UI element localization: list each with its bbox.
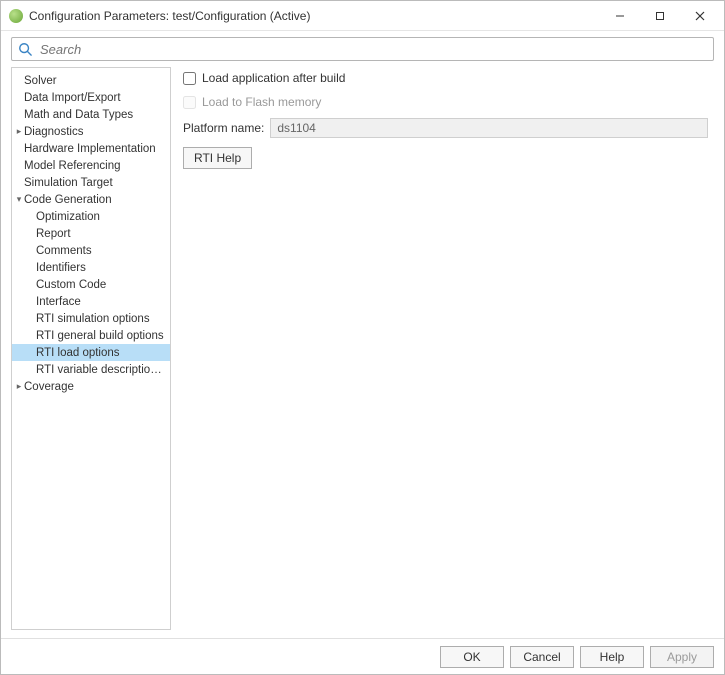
close-button[interactable] (680, 2, 720, 30)
tree-item-label: RTI variable description fil… (36, 364, 166, 376)
help-button[interactable]: Help (580, 646, 644, 668)
tree-item[interactable]: Math and Data Types (12, 106, 170, 123)
rti-help-button[interactable]: RTI Help (183, 147, 252, 169)
searchbar[interactable] (11, 37, 714, 61)
tree-item[interactable]: Optimization (12, 208, 170, 225)
tree-item[interactable]: RTI load options (12, 344, 170, 361)
chevron-right-icon[interactable]: ▸ (14, 381, 24, 392)
tree-item[interactable]: ▾Code Generation (12, 191, 170, 208)
minimize-icon (615, 11, 625, 21)
search-input[interactable] (38, 41, 707, 58)
tree-item[interactable]: Report (12, 225, 170, 242)
tree-item[interactable]: Comments (12, 242, 170, 259)
maximize-button[interactable] (640, 2, 680, 30)
tree-item-label: RTI simulation options (36, 313, 150, 325)
platform-name-field[interactable] (270, 118, 708, 138)
search-icon (18, 42, 32, 56)
nav-tree[interactable]: Solver Data Import/Export Math and Data Ty… (11, 67, 171, 630)
dialog-body: Solver Data Import/Export Math and Data Ty… (1, 67, 724, 638)
apply-button: Apply (650, 646, 714, 668)
tree-item-label: Simulation Target (24, 177, 113, 189)
tree-item-label: Interface (36, 296, 81, 308)
tree-item-label: Diagnostics (24, 126, 83, 138)
tree-item-label: Report (36, 228, 71, 240)
tree-item[interactable]: Solver (12, 72, 170, 89)
titlebar: Configuration Parameters: test/Configura… (1, 1, 724, 31)
tree-item[interactable]: Hardware Implementation (12, 140, 170, 157)
config-params-window: Configuration Parameters: test/Configura… (0, 0, 725, 675)
tree-item[interactable]: Custom Code (12, 276, 170, 293)
dialog-footer: OK Cancel Help Apply (1, 638, 724, 674)
load-after-build-row: Load application after build (183, 69, 708, 87)
tree-item[interactable]: Identifiers (12, 259, 170, 276)
tree-item-label: Data Import/Export (24, 92, 121, 104)
rti-help-row: RTI Help (183, 147, 708, 169)
tree-item-label: Hardware Implementation (24, 143, 156, 155)
tree-item[interactable]: Interface (12, 293, 170, 310)
tree-item[interactable]: RTI simulation options (12, 310, 170, 327)
tree-item[interactable]: Model Referencing (12, 157, 170, 174)
ok-button[interactable]: OK (440, 646, 504, 668)
tree-item[interactable]: ▸Coverage (12, 378, 170, 395)
content-pane: Load application after build Load to Fla… (181, 67, 714, 630)
tree-item-label: Math and Data Types (24, 109, 133, 121)
tree-item-label: Coverage (24, 381, 74, 393)
load-to-flash-label: Load to Flash memory (202, 95, 321, 109)
maximize-icon (655, 11, 665, 21)
close-icon (695, 11, 705, 21)
platform-row: Platform name: (183, 117, 708, 139)
tree-item-label: Optimization (36, 211, 100, 223)
load-to-flash-checkbox (183, 96, 196, 109)
tree-item-label: Custom Code (36, 279, 106, 291)
cancel-button[interactable]: Cancel (510, 646, 574, 668)
tree-item[interactable]: Simulation Target (12, 174, 170, 191)
tree-item-label: Identifiers (36, 262, 86, 274)
tree-item-label: Comments (36, 245, 92, 257)
chevron-down-icon[interactable]: ▾ (14, 194, 24, 205)
tree-item[interactable]: RTI variable description fil… (12, 361, 170, 378)
tree-item-label: Solver (24, 75, 57, 87)
tree-item-label: Code Generation (24, 194, 112, 206)
tree-item-label: Model Referencing (24, 160, 121, 172)
load-to-flash-row: Load to Flash memory (183, 93, 708, 111)
platform-label: Platform name: (183, 121, 264, 135)
window-buttons (600, 2, 720, 30)
app-icon (9, 9, 23, 23)
load-after-build-checkbox[interactable] (183, 72, 196, 85)
searchbar-container (1, 31, 724, 67)
tree-item[interactable]: Data Import/Export (12, 89, 170, 106)
tree-item[interactable]: ▸Diagnostics (12, 123, 170, 140)
tree-item-label: RTI load options (36, 347, 120, 359)
window-title: Configuration Parameters: test/Configura… (29, 9, 600, 23)
minimize-button[interactable] (600, 2, 640, 30)
tree-item-label: RTI general build options (36, 330, 164, 342)
chevron-right-icon[interactable]: ▸ (14, 126, 24, 137)
load-after-build-label: Load application after build (202, 71, 345, 85)
tree-item[interactable]: RTI general build options (12, 327, 170, 344)
